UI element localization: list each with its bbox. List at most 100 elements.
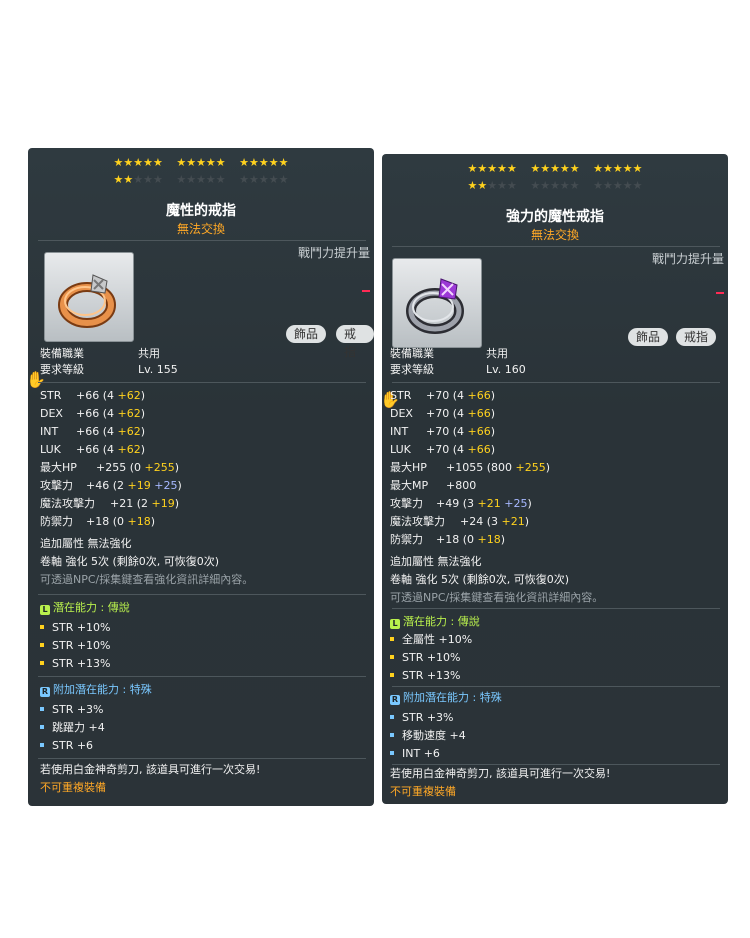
power-increase-label: 戰鬥力提升量 (651, 252, 724, 266)
potential-line: STR +13% (390, 668, 461, 684)
item-name: 魔性的戒指 (166, 203, 236, 219)
npc-hint: 可透過NPC/採集鍵查看強化資訊詳細內容。 (40, 573, 254, 586)
job-value: 共用 (138, 347, 160, 360)
star-row: ★★★★★ (530, 162, 580, 175)
bonus-potential-line: 移動速度 +4 (390, 728, 466, 744)
job-row: 裝備職業 共用 (40, 346, 160, 362)
legendary-potential-icon: L (40, 605, 50, 615)
power-increase-label: 戰鬥力提升量 (297, 246, 370, 260)
bonus-potential-line: STR +3% (40, 702, 104, 718)
npc-hint: 可透過NPC/採集鍵查看強化資訊詳細內容。 (390, 591, 604, 604)
star-row: ★★★★★ (593, 162, 643, 175)
ring-item-icon (44, 252, 134, 342)
divider (38, 758, 366, 759)
scissors-note: 若使用白金神奇剪刀, 該道具可進行一次交易! (390, 767, 611, 780)
stat-row: INT +66 (4 +62) (40, 425, 146, 438)
bonus-potential-line: INT +6 (390, 746, 440, 762)
potential-header: L 潛在能力 : 傳說 (390, 614, 480, 630)
scissors-note: 若使用白金神奇剪刀, 該道具可進行一次交易! (40, 763, 261, 776)
stat-row: STR +70 (4 +66) (390, 389, 496, 402)
bonus-potential-header: R 附加潛在能力 : 特殊 (40, 683, 152, 697)
bullet-icon (40, 661, 44, 665)
bullet-icon (390, 733, 394, 737)
attack-row: 攻擊力 +49 (3 +21 +25) (390, 497, 532, 510)
bullet-icon (390, 637, 394, 641)
level-value: Lv. 160 (486, 363, 526, 376)
star-row: ★★★ (487, 179, 517, 192)
item-tooltip-right: ★★★★★ ★★★★★ ★★★★★ ★★★★★ ★★★★★ ★★★★★ 強力的魔… (382, 154, 728, 804)
level-row: 要求等級 Lv. 155 (40, 362, 178, 378)
level-value: Lv. 155 (138, 363, 178, 376)
divider (392, 686, 720, 687)
bullet-icon (390, 673, 394, 677)
level-label: 要求等級 (40, 363, 84, 376)
potential-line: STR +13% (40, 656, 111, 672)
trade-status: 無法交換 (176, 222, 225, 236)
star-force-stars: ★★★★★ ★★★★★ ★★★★★ ★★★★★ ★★★★★ ★★★★★ (382, 160, 728, 194)
star-row: ★★ (113, 173, 134, 186)
mp-row: 最大MP +800 (390, 479, 477, 492)
divider (392, 246, 720, 247)
item-name: 強力的魔性戒指 (506, 209, 604, 225)
scroll-info: 卷軸 強化 5次 (剩餘0次, 可恢復0次) (40, 555, 220, 568)
level-label: 要求等級 (390, 363, 434, 376)
potential-header: L 潛在能力 : 傳說 (40, 600, 130, 616)
stat-row: LUK +66 (4 +62) (40, 443, 146, 456)
star-row: ★★★★★ (593, 179, 643, 192)
star-row: ★★★★★ (176, 156, 226, 169)
tag-ring: 戒指 (676, 328, 717, 346)
bullet-icon (40, 707, 44, 711)
divider (392, 608, 720, 609)
item-tooltip-left: ★★★★★ ★★★★★ ★★★★★ ★★★★★ ★★★★★ ★★★★★ 魔性的戒… (28, 148, 374, 806)
star-row: ★★★★★ (176, 173, 226, 186)
magic-attack-row: 魔法攻擊力 +21 (2 +19) (40, 497, 180, 510)
tag-accessory: 飾品 (628, 328, 669, 346)
bullet-icon (40, 625, 44, 629)
bonus-potential-line: STR +6 (40, 738, 93, 754)
star-row: ★★★★★ (239, 173, 289, 186)
defense-row: 防禦力 +18 (0 +18) (390, 533, 506, 546)
bonus-potential-header: R 附加潛在能力 : 特殊 (390, 691, 502, 705)
stat-row: LUK +70 (4 +66) (390, 443, 496, 456)
stat-row: DEX +70 (4 +66) (390, 407, 496, 420)
divider (38, 676, 366, 677)
bullet-icon (40, 725, 44, 729)
bullet-icon (40, 643, 44, 647)
star-row: ★★★★★ (239, 156, 289, 169)
trade-status: 無法交換 (530, 228, 579, 242)
potential-line: STR +10% (40, 620, 111, 636)
extra-attribute: 追加屬性 無法強化 (390, 555, 482, 568)
job-label: 裝備職業 (40, 347, 84, 360)
potential-line: STR +10% (390, 650, 461, 666)
potential-line: STR +10% (40, 638, 111, 654)
potential-line: 全屬性 +10% (390, 632, 472, 648)
scroll-info: 卷軸 強化 5次 (剩餘0次, 可恢復0次) (390, 573, 570, 586)
power-indicator (362, 290, 370, 292)
job-row: 裝備職業 共用 (390, 346, 508, 362)
stat-row: STR +66 (4 +62) (40, 389, 146, 402)
magic-attack-row: 魔法攻擊力 +24 (3 +21) (390, 515, 530, 528)
no-duplicate-note: 不可重複裝備 (40, 781, 106, 794)
unique-potential-icon: R (40, 687, 50, 697)
divider (38, 240, 366, 241)
attack-row: 攻擊力 +46 (2 +19 +25) (40, 479, 182, 492)
hp-row: 最大HP +255 (0 +255) (40, 461, 180, 474)
tag-ring: 戒指 (336, 325, 374, 359)
power-indicator (716, 292, 724, 294)
unique-potential-icon: R (390, 695, 400, 705)
legendary-potential-icon: L (390, 619, 400, 629)
tag-accessory: 飾品 (286, 325, 327, 343)
stat-row: DEX +66 (4 +62) (40, 407, 146, 420)
divider (392, 764, 720, 765)
divider (392, 382, 720, 383)
job-label: 裝備職業 (390, 347, 434, 360)
divider (38, 594, 366, 595)
bonus-potential-line: STR +3% (390, 710, 454, 726)
bullet-icon (390, 715, 394, 719)
hp-row: 最大HP +1055 (800 +255) (390, 461, 551, 474)
level-row: 要求等級 Lv. 160 (390, 362, 526, 378)
bullet-icon (390, 655, 394, 659)
stat-row: INT +70 (4 +66) (390, 425, 496, 438)
bonus-potential-line: 跳躍力 +4 (40, 720, 105, 736)
bullet-icon (40, 743, 44, 747)
